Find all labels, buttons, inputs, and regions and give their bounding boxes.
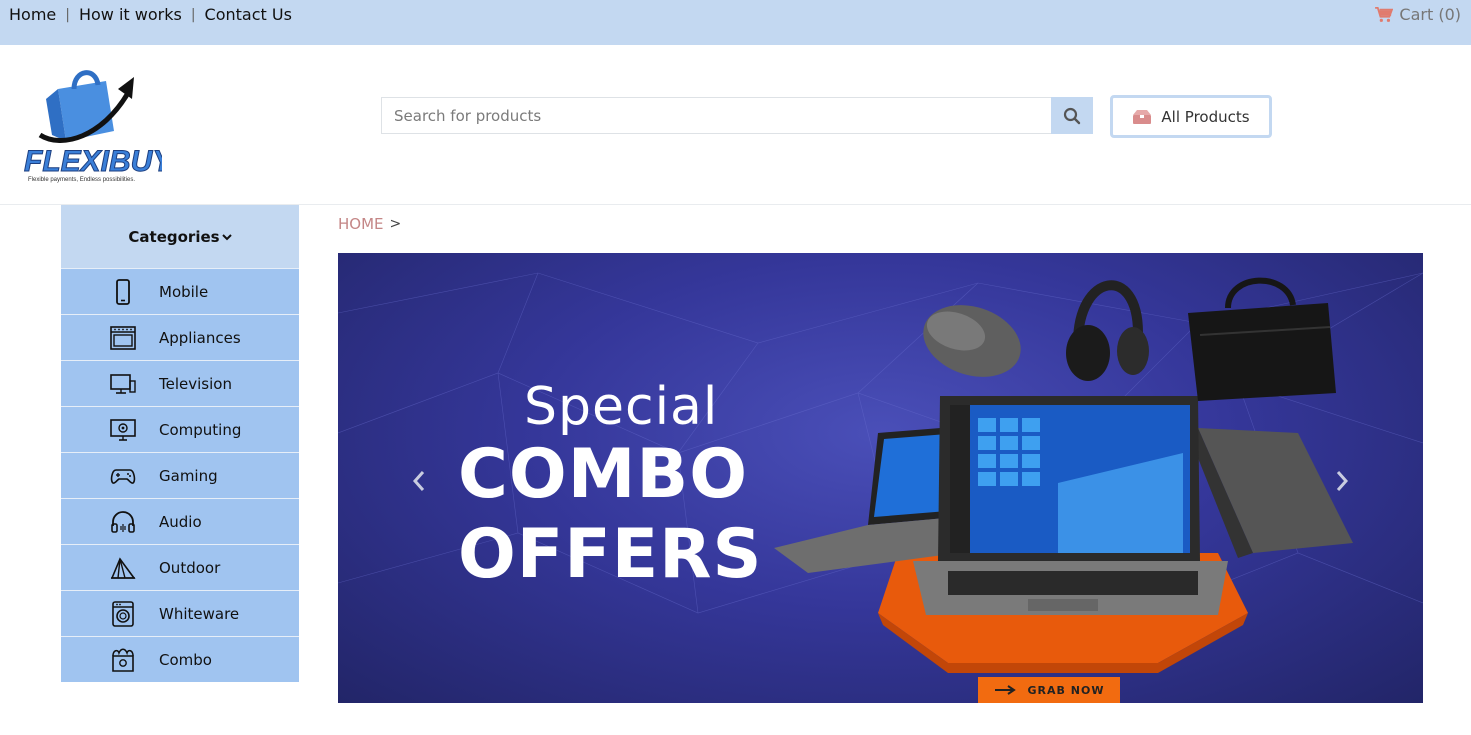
category-label: Appliances <box>159 328 241 347</box>
carousel-prev-button[interactable] <box>404 461 434 501</box>
grab-now-button[interactable]: GRAB NOW <box>978 677 1120 703</box>
logo-wordmark: FLEXIBUY <box>24 145 162 178</box>
computer-icon <box>110 418 136 441</box>
category-item-whiteware[interactable]: Whiteware <box>61 590 299 636</box>
search-icon <box>1063 107 1081 124</box>
all-products-button[interactable]: All Products <box>1110 95 1272 138</box>
category-label: Television <box>159 374 232 393</box>
category-item-audio[interactable]: Audio <box>61 498 299 544</box>
breadcrumb-home-link[interactable]: HOME <box>338 215 384 233</box>
category-list: Mobile Appliances Television Computing G… <box>61 268 299 682</box>
nav-home-link[interactable]: Home <box>9 5 56 24</box>
search-input[interactable] <box>381 97 1051 134</box>
tent-icon <box>110 556 136 579</box>
nav-separator: | <box>190 6 196 23</box>
combo-icon <box>112 648 134 672</box>
categories-sidebar: Categories Mobile Appliances Television … <box>61 205 299 682</box>
oven-icon <box>110 325 136 350</box>
categories-heading: Categories <box>128 227 220 246</box>
carousel-next-button[interactable] <box>1327 461 1357 501</box>
top-bar: Home | How it works | Contact Us Cart (0… <box>0 0 1471 45</box>
breadcrumb: HOME > <box>338 215 401 233</box>
category-item-combo[interactable]: Combo <box>61 636 299 682</box>
category-item-mobile[interactable]: Mobile <box>61 268 299 314</box>
category-item-appliances[interactable]: Appliances <box>61 314 299 360</box>
search-bar <box>381 97 1093 134</box>
category-label: Audio <box>159 512 202 531</box>
flexibuy-logo[interactable]: FLEXIBUY Flexible payments, Endless poss… <box>22 59 176 184</box>
category-label: Whiteware <box>159 604 240 623</box>
mobile-icon <box>116 278 130 305</box>
all-products-label: All Products <box>1161 107 1250 126</box>
cart-link[interactable]: Cart (0) <box>1375 5 1461 24</box>
category-label: Mobile <box>159 282 209 301</box>
categories-toggle[interactable]: Categories <box>61 205 299 268</box>
chevron-left-icon <box>412 471 425 491</box>
category-label: Combo <box>159 650 212 669</box>
banner-headline-offers: OFFERS <box>458 515 763 594</box>
site-header: FLEXIBUY Flexible payments, Endless poss… <box>0 45 1471 205</box>
nav-how-it-works-link[interactable]: How it works <box>79 5 182 24</box>
category-label: Gaming <box>159 466 218 485</box>
banner-headline-special: Special <box>524 377 719 437</box>
grab-now-label: GRAB NOW <box>1027 683 1105 697</box>
chevron-down-icon <box>221 233 232 240</box>
promo-banner[interactable]: Special COMBO OFFERS GRAB NOW <box>338 253 1423 703</box>
washing-machine-icon <box>112 600 134 627</box>
banner-headline-combo: COMBO <box>458 435 749 514</box>
cart-label: Cart (0) <box>1399 5 1461 24</box>
category-item-computing[interactable]: Computing <box>61 406 299 452</box>
headphones-icon <box>111 510 135 533</box>
television-icon <box>110 373 136 394</box>
top-nav: Home | How it works | Contact Us <box>9 5 292 24</box>
category-label: Computing <box>159 420 242 439</box>
cart-icon <box>1375 6 1394 22</box>
gamepad-icon <box>110 468 136 484</box>
category-item-gaming[interactable]: Gaming <box>61 452 299 498</box>
logo-tagline: Flexible payments, Endless possibilities… <box>28 177 135 183</box>
boxes-icon <box>1133 109 1152 124</box>
nav-separator: | <box>65 6 70 23</box>
category-item-outdoor[interactable]: Outdoor <box>61 544 299 590</box>
category-label: Outdoor <box>159 558 221 577</box>
category-item-television[interactable]: Television <box>61 360 299 406</box>
chevron-right-icon <box>1336 471 1349 491</box>
breadcrumb-chevron: > <box>389 216 402 232</box>
arrow-right-icon <box>994 685 1016 695</box>
search-button[interactable] <box>1051 97 1093 134</box>
nav-contact-link[interactable]: Contact Us <box>205 5 292 24</box>
